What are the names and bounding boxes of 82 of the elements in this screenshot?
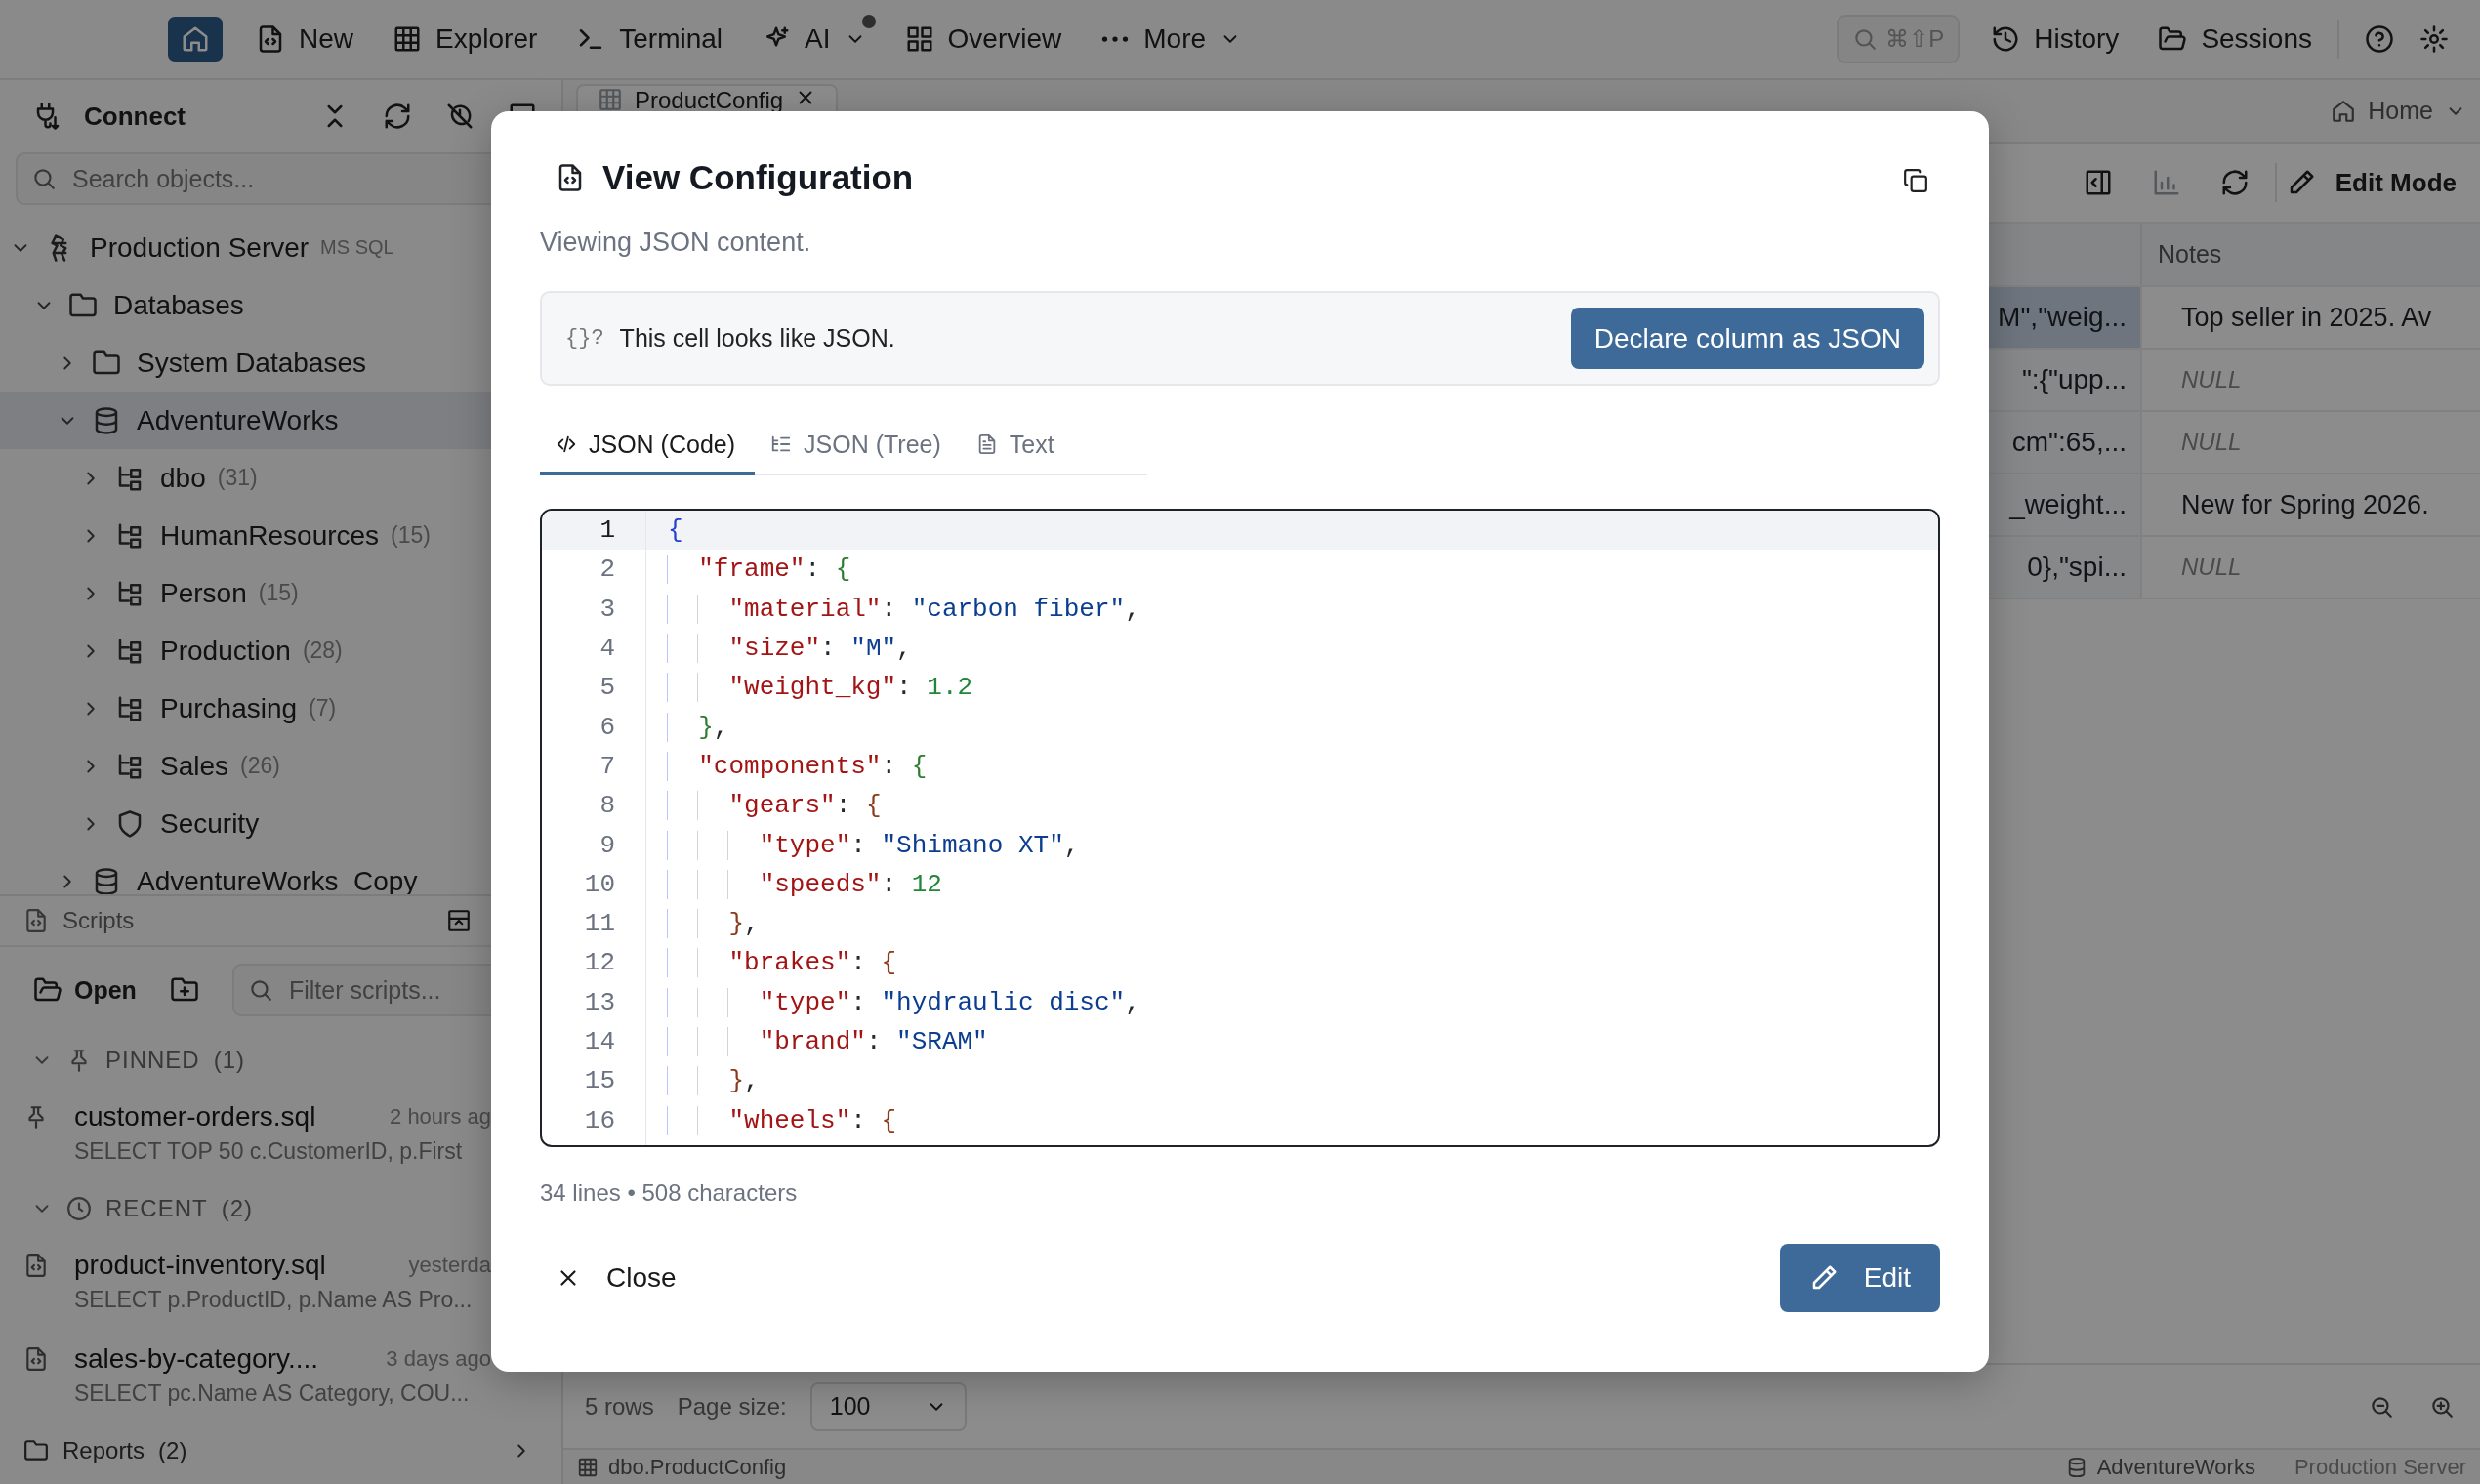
code-line: "brand": "SRAM" (668, 1027, 988, 1056)
code-line: "type": "hydraulic disc", (668, 987, 1140, 1017)
code-line: "speeds": 12 (668, 869, 942, 899)
status-text: AdventureWorks (2096, 1454, 2255, 1480)
tree-item[interactable]: HumanResources (15) (0, 507, 561, 564)
nav-button[interactable]: Explorer (373, 15, 558, 63)
nav-button[interactable]: AI (742, 15, 886, 63)
line-number: 12 (583, 948, 615, 978)
dialog-subtitle: Viewing JSON content. (540, 227, 812, 259)
connect-button[interactable]: Connect (33, 101, 186, 132)
script-preview: SELECT p.ProductID, p.Name AS Pro... (74, 1286, 474, 1314)
table-cell: New for Spring 2026. (2140, 474, 2480, 535)
tree-item[interactable]: Databases (0, 276, 561, 334)
page-size-label: Page size: (677, 1392, 787, 1421)
tree-item[interactable]: Sales (26) (0, 737, 561, 795)
code-line: "components": { (668, 751, 928, 781)
status-text: Production Server (2294, 1454, 2466, 1480)
section-title: Scripts (62, 907, 135, 934)
nav-button[interactable]: Terminal (557, 15, 743, 63)
line-number: 9 (599, 830, 615, 860)
nav-button[interactable]: Sessions (2138, 15, 2332, 63)
tree-item[interactable]: Production (28) (0, 622, 561, 680)
json-glyph: {}? (565, 326, 604, 350)
code-line: "type": "Shimano XT", (668, 830, 1080, 860)
code-line: "brakes": { (668, 948, 897, 978)
status-text: dbo.ProductConfig (608, 1454, 787, 1480)
line-number: 14 (583, 1027, 615, 1056)
script-time: yesterda (408, 1253, 491, 1278)
script-name[interactable]: product-inventory.sql (74, 1248, 393, 1283)
nav-button[interactable]: History (1971, 15, 2139, 63)
code-line: }, (668, 712, 729, 742)
edit-button[interactable]: Edit (1779, 1244, 1940, 1312)
editor-stats: 34 lines • 508 characters (540, 1178, 799, 1208)
table-cell: NULL (2140, 412, 2480, 473)
line-number: 6 (599, 712, 615, 742)
close-button[interactable]: Close (540, 1253, 692, 1303)
line-number: 16 (583, 1105, 615, 1135)
row-count: 5 rows (585, 1392, 654, 1421)
column-header[interactable]: Notes (2140, 224, 2480, 285)
script-name[interactable]: customer-orders.sql (74, 1099, 375, 1134)
tree-item[interactable]: Security (0, 795, 561, 852)
script-preview: SELECT pc.Name AS Category, COU... (74, 1380, 471, 1408)
group-header[interactable]: PINNED (1) (0, 1033, 561, 1088)
declare-json-button[interactable]: Declare column as JSON (1570, 308, 1924, 369)
view-tab[interactable]: Text (960, 417, 1074, 475)
line-number: 4 (599, 634, 615, 664)
table-cell: Top seller in 2025. Av (2140, 287, 2480, 348)
line-number: 13 (583, 987, 615, 1017)
script-time: 2 hours ag (390, 1104, 491, 1130)
edit-mode-button[interactable]: Edit Mode (2282, 159, 2460, 206)
table-cell: NULL (2140, 537, 2480, 598)
breadcrumb-button[interactable]: Home (2317, 97, 2480, 125)
view-tab[interactable]: JSON (Tree) (755, 417, 961, 475)
open-button[interactable]: Open (29, 971, 141, 1009)
script-name[interactable]: sales-by-category.... (74, 1341, 371, 1377)
group-header[interactable]: Reports (2) (0, 1423, 561, 1478)
page-size-select[interactable]: 100 (809, 1381, 967, 1431)
code-line: }, (668, 1066, 760, 1096)
code-line: }, (668, 909, 760, 939)
code-line: "size": "M", (668, 634, 912, 664)
code-line: "gears": { (668, 791, 882, 821)
line-number: 11 (583, 909, 615, 939)
dialog-title: View Configuration (602, 158, 914, 197)
tree-item[interactable]: Person (15) (0, 564, 561, 622)
tree-item[interactable]: Purchasing (7) (0, 680, 561, 737)
line-number: 8 (599, 791, 615, 821)
code-line: "frame": { (668, 555, 851, 585)
line-number: 10 (583, 869, 615, 899)
script-time: 3 days ago (386, 1346, 491, 1372)
line-number: 7 (599, 751, 615, 781)
tree-item[interactable]: System Databases (0, 334, 561, 392)
line-number: 15 (583, 1066, 615, 1096)
view-tab[interactable]: JSON (Code) (540, 417, 756, 475)
table-cell: NULL (2140, 350, 2480, 410)
line-number: 5 (599, 673, 615, 703)
line-number: 2 (599, 555, 615, 585)
nav-button[interactable]: Overview (885, 15, 1082, 63)
code-line: "weight_kg": 1.2 (668, 673, 973, 703)
nav-button[interactable]: New (236, 15, 373, 63)
nav-button[interactable]: More (1081, 15, 1261, 63)
script-preview: SELECT TOP 50 c.CustomerID, p.First (74, 1137, 464, 1166)
code-line: "wheels": { (668, 1105, 897, 1135)
